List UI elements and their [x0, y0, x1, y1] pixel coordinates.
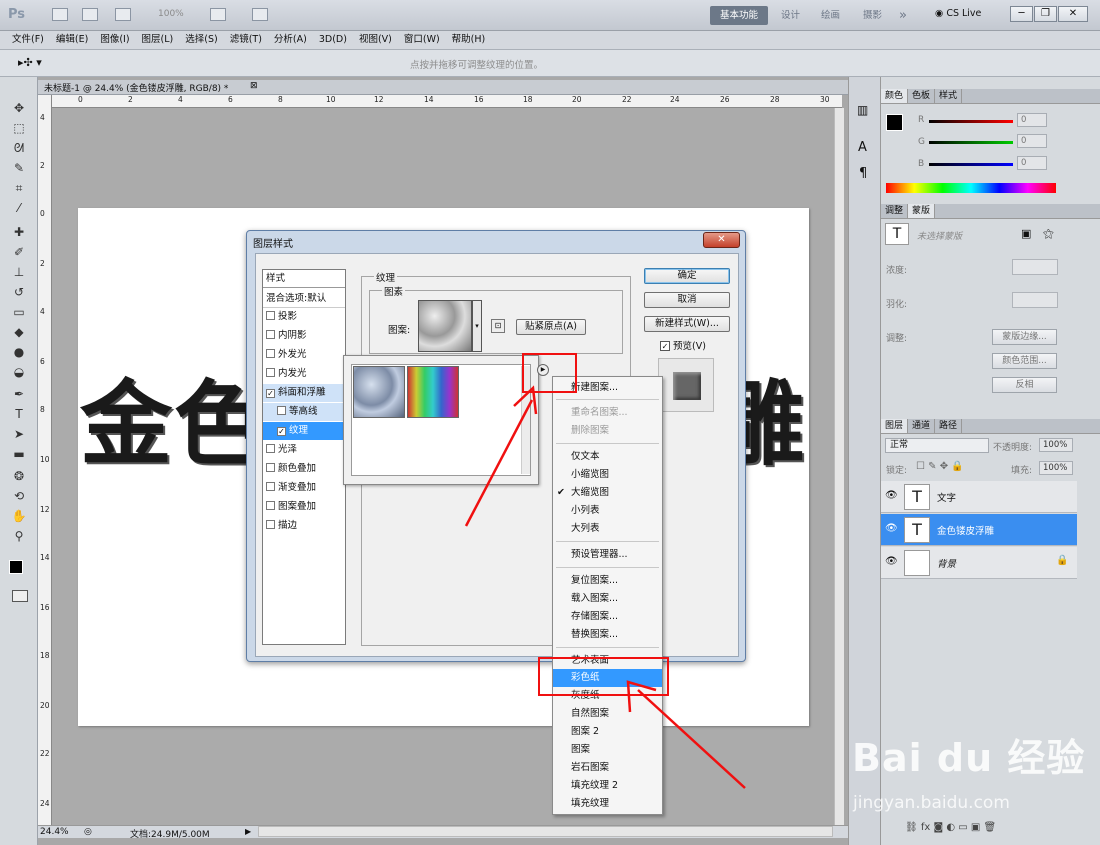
annotation-arrow	[464, 399, 534, 527]
annotation-arrowhead	[626, 680, 657, 713]
annotation-arrows	[464, 385, 746, 789]
baidu-watermark-url: jingyan.baidu.com	[853, 793, 1010, 813]
baidu-watermark: Bai du 经验	[852, 736, 1086, 780]
annotation-arrow	[637, 689, 746, 789]
